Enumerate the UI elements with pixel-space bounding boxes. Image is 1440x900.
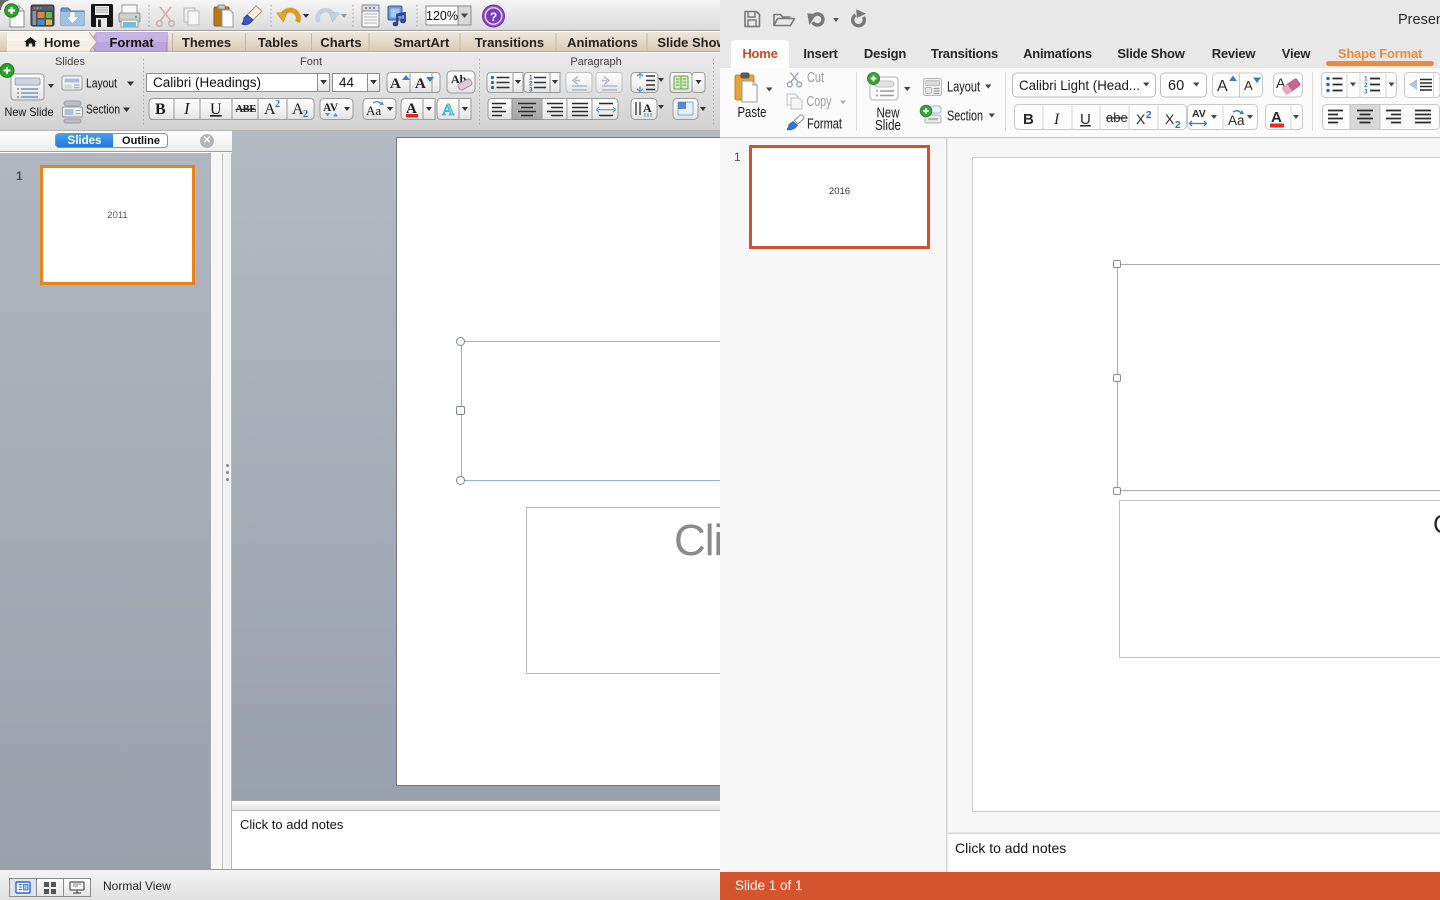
svg-text:B: B (1023, 111, 1034, 128)
svg-text:Aa: Aa (1228, 113, 1245, 128)
svg-text:3: 3 (529, 87, 533, 94)
svg-text:Cut: Cut (807, 70, 824, 86)
svg-text:A: A (1244, 78, 1253, 93)
svg-text:2: 2 (303, 109, 308, 120)
svg-text:120%: 120% (426, 9, 458, 23)
svg-text:Calibri (Headings): Calibri (Headings) (153, 75, 261, 90)
svg-text:SmartArt: SmartArt (394, 35, 450, 50)
svg-text:Charts: Charts (320, 35, 361, 50)
svg-text:Home: Home (44, 35, 80, 50)
svg-text:?: ? (490, 10, 497, 24)
svg-text:Aa: Aa (366, 103, 381, 118)
svg-text:Slide Show: Slide Show (657, 35, 720, 50)
svg-text:3: 3 (1364, 89, 1368, 96)
svg-text:2: 2 (1146, 110, 1152, 121)
svg-text:2: 2 (1175, 120, 1181, 131)
svg-text:Layout: Layout (947, 80, 980, 96)
svg-text:Section: Section (86, 103, 120, 117)
svg-text:Tables: Tables (258, 35, 298, 50)
svg-text:ABE: ABE (236, 104, 257, 115)
svg-text:A: A (442, 100, 455, 119)
svg-text:Format: Format (109, 35, 154, 50)
svg-text:U: U (210, 101, 222, 118)
svg-text:U: U (1080, 111, 1091, 128)
svg-text:Paragraph: Paragraph (570, 56, 621, 68)
svg-text:X: X (1165, 111, 1175, 127)
svg-text:Paste: Paste (738, 105, 767, 121)
svg-text:A: A (1217, 78, 1228, 95)
svg-text:B: B (155, 101, 166, 118)
svg-text:I: I (1053, 111, 1060, 128)
svg-text:Animations: Animations (567, 35, 638, 50)
svg-text:Format: Format (807, 117, 842, 133)
svg-text:Slide: Slide (875, 118, 901, 134)
svg-text:A: A (390, 76, 401, 92)
svg-text:44: 44 (339, 75, 355, 90)
svg-text:A: A (643, 101, 652, 115)
svg-text:Slides: Slides (55, 56, 85, 68)
svg-text:Layout: Layout (86, 77, 117, 91)
svg-text:New Slide: New Slide (5, 105, 54, 119)
svg-text:Themes: Themes (182, 35, 231, 50)
svg-text:abe: abe (1106, 110, 1128, 125)
svg-text:X: X (1136, 111, 1146, 127)
svg-text:A: A (1271, 109, 1282, 126)
svg-text:Transitions: Transitions (475, 35, 544, 50)
svg-text:Calibri Light (Head...: Calibri Light (Head... (1019, 77, 1140, 93)
svg-text:2: 2 (275, 99, 280, 110)
svg-text:60: 60 (1168, 78, 1184, 94)
svg-text:Section: Section (947, 109, 983, 125)
svg-text:A: A (415, 76, 426, 92)
svg-text:Copy: Copy (807, 94, 833, 110)
svg-text:Font: Font (300, 56, 322, 68)
svg-text:AV: AV (323, 102, 339, 114)
svg-text:AV: AV (1192, 108, 1206, 120)
